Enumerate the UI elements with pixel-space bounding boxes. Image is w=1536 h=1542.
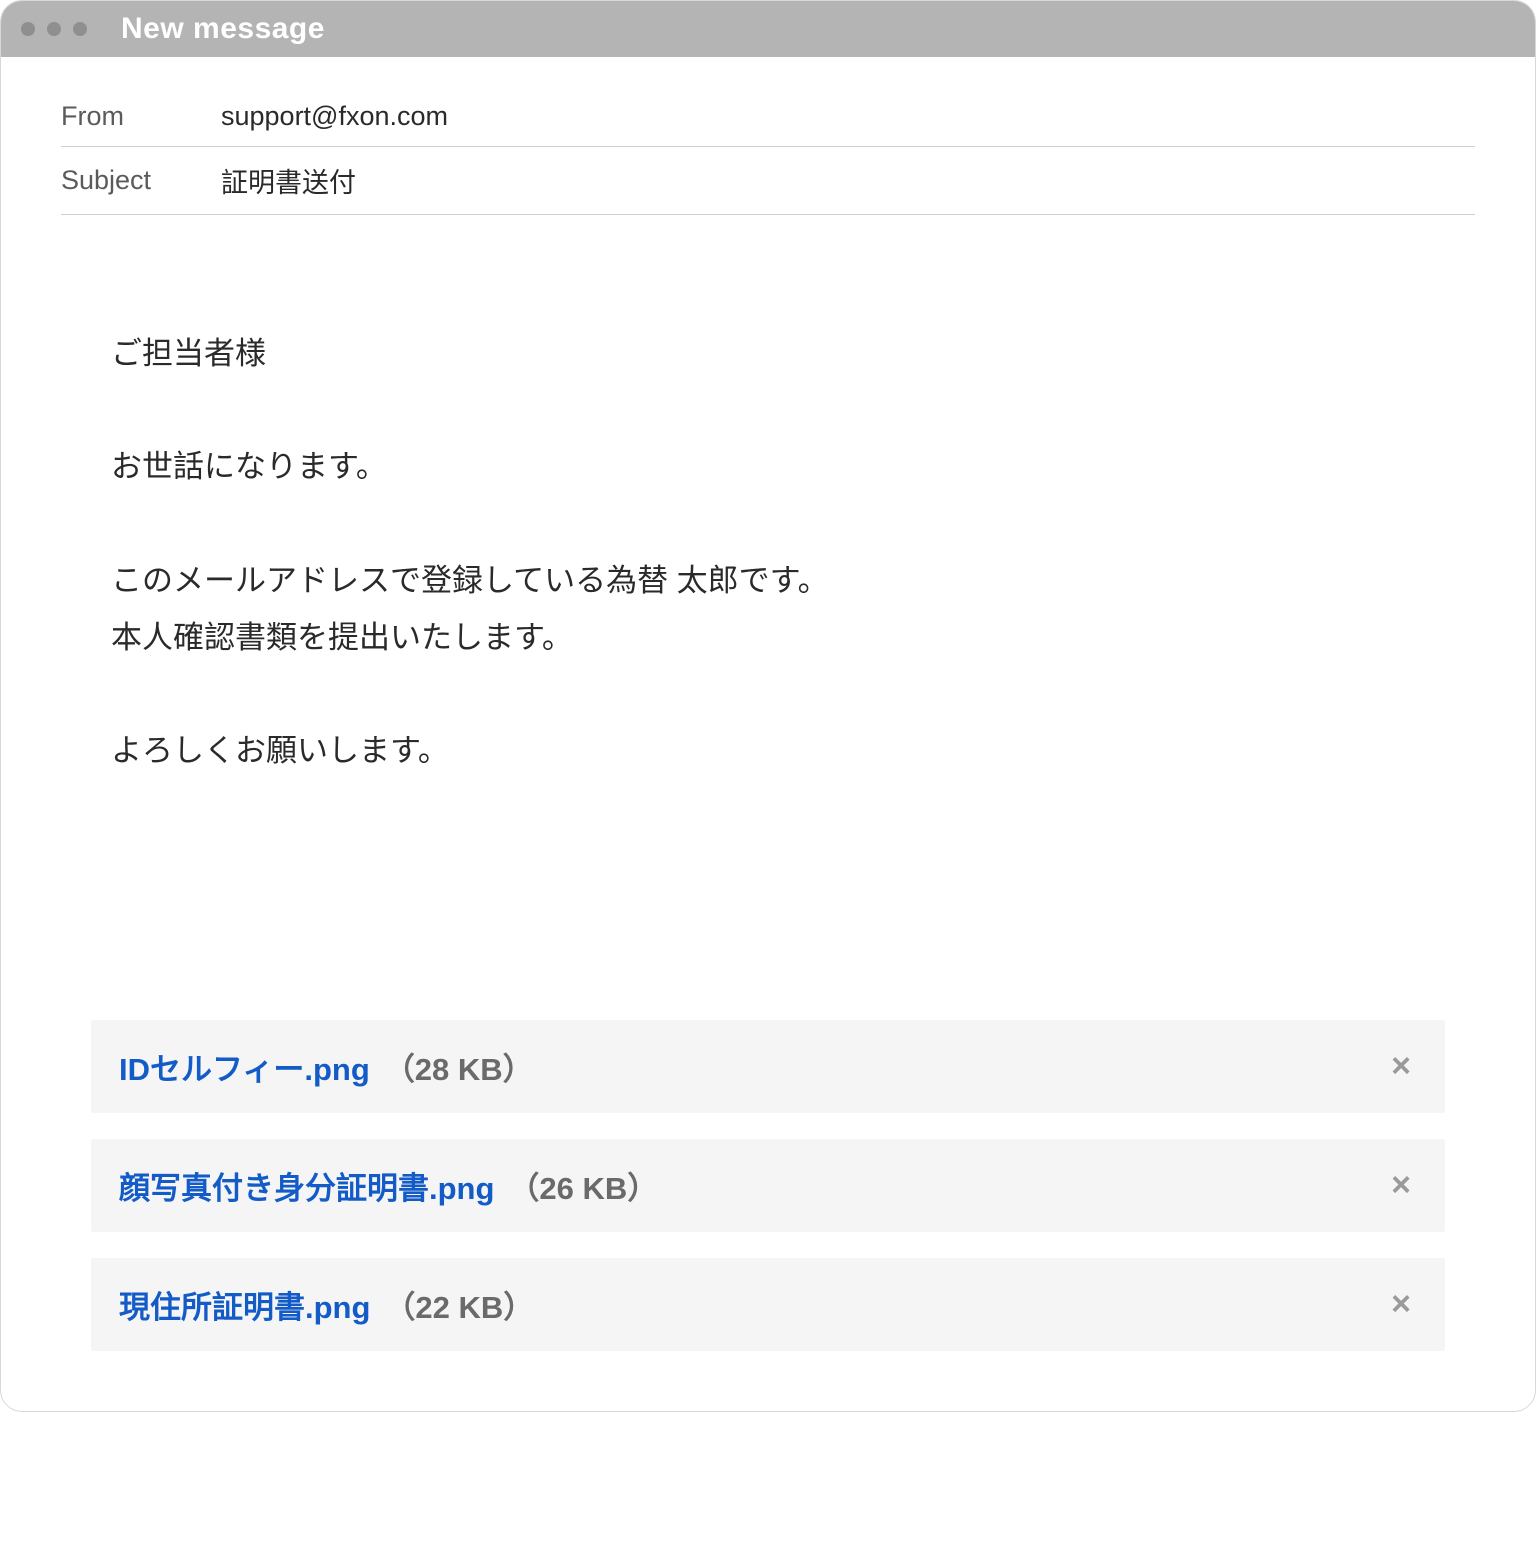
attachment-size: （22 KB） <box>384 1282 534 1327</box>
body-line: 本人確認書類を提出いたします。 <box>111 609 1425 666</box>
body-line: このメールアドレスで登録している為替 太郎です。 <box>111 552 1425 609</box>
compose-content: From support@fxon.com Subject 証明書送付 ご担当者… <box>1 57 1535 1411</box>
message-body[interactable]: ご担当者様 お世話になります。 このメールアドレスで登録している為替 太郎です。… <box>61 215 1475 820</box>
close-icon[interactable] <box>21 22 35 36</box>
remove-attachment-icon[interactable]: × <box>1385 1168 1417 1202</box>
window-controls <box>21 22 87 36</box>
attachment-item[interactable]: IDセルフィー.png （28 KB） × <box>91 1020 1445 1113</box>
attachment-size: （26 KB） <box>508 1163 658 1208</box>
attachments-list: IDセルフィー.png （28 KB） × 顔写真付き身分証明書.png （26… <box>61 1020 1475 1351</box>
attachment-name: IDセルフィー.png <box>119 1044 370 1089</box>
subject-label: Subject <box>61 165 221 196</box>
remove-attachment-icon[interactable]: × <box>1385 1287 1417 1321</box>
attachment-size: （28 KB） <box>384 1044 534 1089</box>
titlebar: New message <box>1 1 1535 57</box>
subject-field[interactable]: 証明書送付 <box>221 161 356 200</box>
attachment-name: 現住所証明書.png <box>119 1282 370 1327</box>
attachment-item[interactable]: 顔写真付き身分証明書.png （26 KB） × <box>91 1139 1445 1232</box>
compose-window: New message From support@fxon.com Subjec… <box>0 0 1536 1412</box>
subject-row: Subject 証明書送付 <box>61 147 1475 215</box>
window-title: New message <box>121 12 325 46</box>
remove-attachment-icon[interactable]: × <box>1385 1049 1417 1083</box>
minimize-icon[interactable] <box>47 22 61 36</box>
from-field[interactable]: support@fxon.com <box>221 101 448 132</box>
from-label: From <box>61 101 221 132</box>
maximize-icon[interactable] <box>73 22 87 36</box>
body-line: ご担当者様 <box>111 325 1425 382</box>
body-line: お世話になります。 <box>111 438 1425 495</box>
body-line: よろしくお願いします。 <box>111 722 1425 779</box>
attachment-item[interactable]: 現住所証明書.png （22 KB） × <box>91 1258 1445 1351</box>
attachment-name: 顔写真付き身分証明書.png <box>119 1163 494 1208</box>
from-row: From support@fxon.com <box>61 87 1475 147</box>
